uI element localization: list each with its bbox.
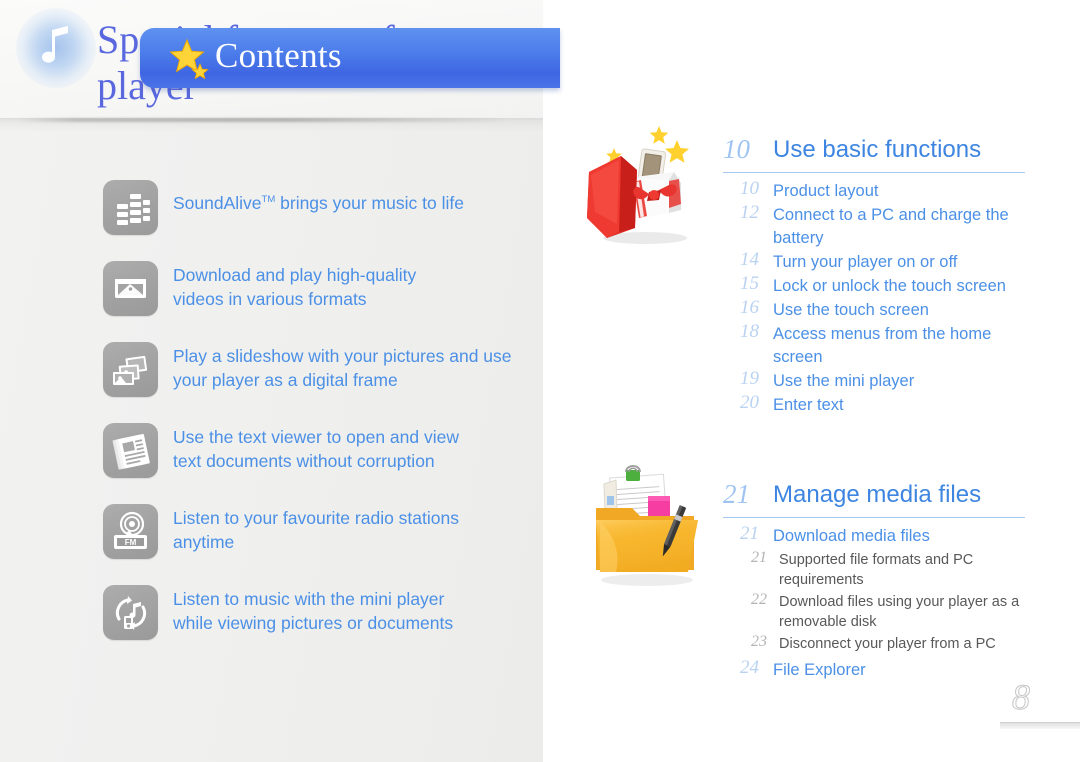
feature-item: Download and play high-quality videos in… bbox=[0, 261, 543, 342]
toc-entry[interactable]: 20 Enter text bbox=[723, 392, 1043, 415]
star-icon bbox=[170, 39, 209, 79]
toc-section-heading[interactable]: 10 Use basic functions bbox=[723, 134, 1043, 168]
toc-entry[interactable]: 24 File Explorer bbox=[723, 657, 1043, 680]
trademark-mark: TM bbox=[261, 194, 276, 206]
mini-player-icon bbox=[103, 585, 158, 640]
toc-entry-page: 14 bbox=[740, 249, 759, 270]
toc-entry[interactable]: 21 Supported file formats and PC require… bbox=[723, 547, 1043, 588]
toc-entry-page: 22 bbox=[751, 591, 767, 608]
special-features-panel: Special features of your player bbox=[0, 0, 543, 762]
toc-section-title: Use basic functions bbox=[773, 136, 982, 163]
feature-label-line1: Listen to music with the mini player bbox=[173, 589, 445, 609]
toc-section-title: Manage media files bbox=[773, 481, 982, 508]
toc-entry-page: 23 bbox=[751, 633, 767, 650]
feature-label: Use the text viewer to open and view tex… bbox=[173, 426, 543, 473]
toc-entry-label: File Explorer bbox=[773, 661, 866, 679]
toc-entry-page: 16 bbox=[740, 297, 759, 318]
feature-label-line2: text documents without corruption bbox=[173, 450, 435, 471]
toc-divider bbox=[723, 172, 1025, 173]
fm-radio-icon: FM bbox=[103, 504, 158, 559]
toc-entry[interactable]: 10 Product layout bbox=[723, 178, 1043, 201]
feature-label: Play a slideshow with your pictures and … bbox=[173, 345, 543, 392]
feature-label-line1: Use the text viewer to open and view bbox=[173, 427, 459, 447]
feature-label-line2: videos in various formats bbox=[173, 288, 367, 309]
feature-label: Download and play high-quality videos in… bbox=[173, 264, 543, 311]
equalizer-icon bbox=[103, 180, 158, 235]
gift-box-illustration bbox=[587, 126, 689, 244]
feature-label-line1: Play a slideshow with your pictures and … bbox=[173, 346, 512, 366]
page-number: 8 bbox=[1012, 677, 1031, 718]
toc-divider bbox=[723, 517, 1025, 518]
feature-label-line1: Download and play high-quality bbox=[173, 265, 417, 285]
toc-entry[interactable]: 18 Access menus from the home screen bbox=[723, 321, 1043, 367]
folder-documents-illustration bbox=[596, 465, 698, 586]
music-note-icon bbox=[16, 8, 96, 88]
header-divider-line bbox=[18, 118, 508, 122]
toc-section-heading[interactable]: 21 Manage media files bbox=[723, 479, 1043, 513]
feature-label-rest: brings your music to life bbox=[275, 193, 464, 213]
feature-list: SoundAliveTM brings your music to life D… bbox=[0, 180, 543, 666]
toc-entry-label: Download media files bbox=[773, 527, 930, 545]
toc-entry[interactable]: 21 Download media files bbox=[723, 523, 1043, 546]
toc-entry[interactable]: 14 Turn your player on or off bbox=[723, 249, 1043, 272]
feature-label: Listen to music with the mini player whi… bbox=[173, 588, 543, 635]
toc-entry-label: Use the mini player bbox=[773, 372, 915, 390]
feature-label-line2: while viewing pictures or documents bbox=[173, 612, 454, 633]
toc-entry-page: 21 bbox=[740, 523, 759, 544]
toc-entry[interactable]: 23 Disconnect your player from a PC bbox=[723, 631, 1043, 654]
feature-item: Listen to music with the mini player whi… bbox=[0, 585, 543, 666]
toc-entry-label: Turn your player on or off bbox=[773, 253, 958, 271]
slideshow-frames-icon bbox=[103, 342, 158, 397]
toc-section-number: 10 bbox=[723, 134, 750, 164]
toc-entry-label: Use the touch screen bbox=[773, 301, 929, 319]
toc-entry[interactable]: 19 Use the mini player bbox=[723, 368, 1043, 391]
toc-section: 10 Use basic functions 10 Product layout… bbox=[723, 134, 1043, 416]
feature-label-line2: your player as a digital frame bbox=[173, 369, 398, 390]
toc-entry-page: 20 bbox=[740, 392, 759, 413]
contents-banner: Contents bbox=[140, 28, 560, 88]
toc-entry-label: Access menus from the home screen bbox=[773, 325, 992, 366]
text-viewer-icon bbox=[103, 423, 158, 478]
toc-entry-page: 21 bbox=[751, 549, 767, 566]
feature-label: SoundAliveTM brings your music to life bbox=[173, 192, 543, 216]
toc-entry-page: 15 bbox=[740, 273, 759, 294]
page-footer-rule bbox=[1000, 722, 1080, 729]
svg-text:FM: FM bbox=[125, 538, 137, 547]
toc-entry[interactable]: 12 Connect to a PC and charge the batter… bbox=[723, 202, 1043, 248]
toc-entry[interactable]: 15 Lock or unlock the touch screen bbox=[723, 273, 1043, 296]
toc-entry-page: 10 bbox=[740, 178, 759, 199]
toc-entry[interactable]: 22 Download files using your player as a… bbox=[723, 589, 1043, 630]
toc-entry-label: Connect to a PC and charge the battery bbox=[773, 206, 1009, 247]
feature-label: Listen to your favourite radio stations … bbox=[173, 507, 543, 554]
toc-entry-label: Product layout bbox=[773, 182, 879, 200]
music-note-glyph bbox=[42, 26, 68, 63]
toc-entry-page: 24 bbox=[740, 657, 759, 678]
toc-section-number: 21 bbox=[723, 479, 750, 509]
contents-banner-label: Contents bbox=[215, 36, 342, 75]
feature-item: SoundAliveTM brings your music to life bbox=[0, 180, 543, 261]
toc-entry-label: Enter text bbox=[773, 396, 844, 414]
toc-entry-page: 12 bbox=[740, 202, 759, 223]
toc-entry-label: Supported file formats and PC requiremen… bbox=[779, 552, 974, 588]
toc-entry-label: Lock or unlock the touch screen bbox=[773, 277, 1006, 295]
toc-entry-label: Disconnect your player from a PC bbox=[779, 636, 996, 652]
video-player-icon bbox=[103, 261, 158, 316]
toc-entry[interactable]: 16 Use the touch screen bbox=[723, 297, 1043, 320]
feature-label-line1: Listen to your favourite radio stations bbox=[173, 508, 459, 528]
feature-label-line2: anytime bbox=[173, 531, 235, 552]
feature-item: FM Listen to your favourite radio statio… bbox=[0, 504, 543, 585]
feature-label-text: SoundAlive bbox=[173, 193, 262, 213]
toc-section: 21 Manage media files 21 Download media … bbox=[723, 479, 1043, 681]
toc-entry-label: Download files using your player as a re… bbox=[779, 594, 1020, 630]
feature-item: Play a slideshow with your pictures and … bbox=[0, 342, 543, 423]
toc-entry-page: 18 bbox=[740, 321, 759, 342]
toc-entry-page: 19 bbox=[740, 368, 759, 389]
feature-item: Use the text viewer to open and view tex… bbox=[0, 423, 543, 504]
